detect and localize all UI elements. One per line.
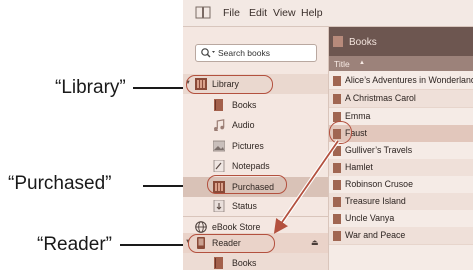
drag-arrow [273, 139, 340, 234]
